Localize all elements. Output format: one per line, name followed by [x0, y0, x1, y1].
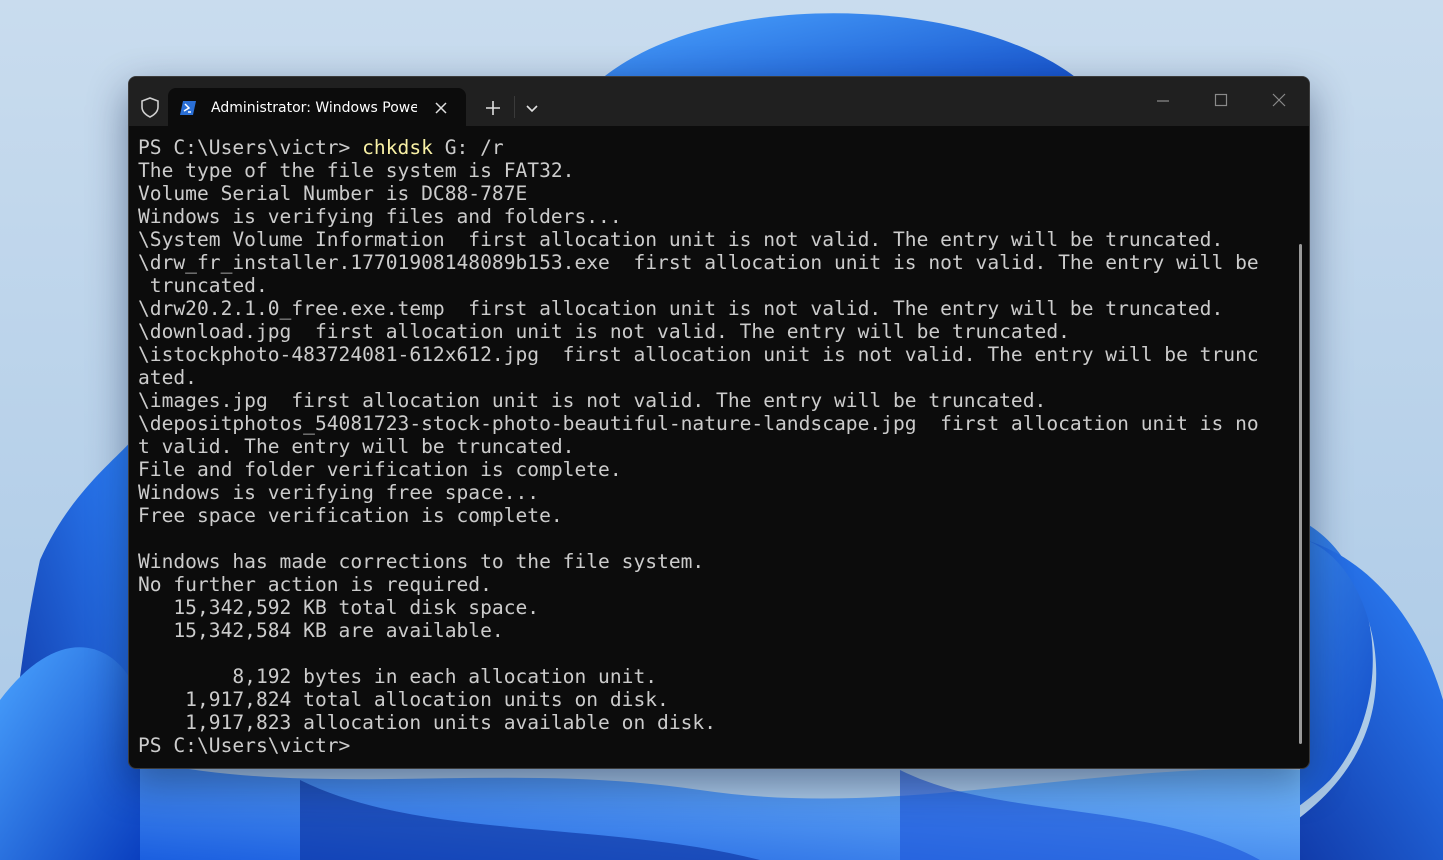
- prompt-line: PS C:\Users\victr> chkdsk G: /r: [138, 136, 1288, 159]
- output-line: 8,192 bytes in each allocation unit.: [138, 665, 658, 688]
- command-text: chkdsk: [362, 136, 433, 159]
- prompt-text: PS C:\Users\victr>: [138, 136, 363, 159]
- output-line: \istockphoto-483724081-612x612.jpg first…: [138, 343, 1259, 366]
- title-bar[interactable]: Administrator: Windows PowerShell: [129, 77, 1309, 126]
- output-line: 15,342,584 KB are available.: [138, 619, 504, 642]
- output-line: File and folder verification is complete…: [138, 458, 622, 481]
- maximize-button[interactable]: [1192, 77, 1250, 123]
- shield-icon: [141, 97, 159, 118]
- chevron-down-icon[interactable]: [518, 94, 546, 122]
- output-line: \images.jpg first allocation unit is not…: [138, 389, 1047, 412]
- tab-close-icon[interactable]: [430, 97, 452, 119]
- output-line: Windows is verifying free space...: [138, 481, 540, 504]
- output-line: \drw_fr_installer.17701908148089b153.exe…: [138, 251, 1259, 274]
- output-lines: The type of the file system is FAT32. Vol…: [138, 159, 1288, 734]
- output-line: t valid. The entry will be truncated.: [138, 435, 575, 458]
- output-line: Volume Serial Number is DC88-787E: [138, 182, 528, 205]
- output-line: 1,917,823 allocation units available on …: [138, 711, 717, 734]
- scrollbar[interactable]: [1299, 244, 1302, 744]
- tab-powershell[interactable]: Administrator: Windows PowerShell: [168, 88, 466, 126]
- output-line: ated.: [138, 366, 197, 389]
- output-line: Windows has made corrections to the file…: [138, 550, 705, 573]
- terminal-window: Administrator: Windows PowerShell: [128, 76, 1310, 769]
- tab-title: Administrator: Windows PowerShell: [211, 100, 417, 116]
- close-button[interactable]: [1250, 77, 1308, 123]
- output-line: \drw20.2.1.0_free.exe.temp first allocat…: [138, 297, 1224, 320]
- terminal-output[interactable]: PS C:\Users\victr> chkdsk G: /r The type…: [138, 136, 1288, 761]
- prompt-line-current[interactable]: PS C:\Users\victr>: [138, 734, 1288, 757]
- command-args: G: /r: [432, 136, 504, 159]
- minimize-icon: [1157, 100, 1169, 102]
- output-line: 15,342,592 KB total disk space.: [138, 596, 540, 619]
- minimize-button[interactable]: [1134, 77, 1192, 123]
- output-line: \depositphotos_54081723-stock-photo-beau…: [138, 412, 1259, 435]
- powershell-icon: [180, 101, 196, 115]
- output-line: \System Volume Information first allocat…: [138, 228, 1224, 251]
- output-line: Windows is verifying files and folders..…: [138, 205, 622, 228]
- output-line: Free space verification is complete.: [138, 504, 563, 527]
- plus-icon[interactable]: [479, 94, 507, 122]
- tab-divider: [514, 96, 515, 118]
- output-line: No further action is required.: [138, 573, 492, 596]
- maximize-icon: [1214, 93, 1228, 107]
- close-icon: [1272, 93, 1286, 107]
- output-line: \download.jpg first allocation unit is n…: [138, 320, 1070, 343]
- output-line: The type of the file system is FAT32.: [138, 159, 575, 182]
- output-line: truncated.: [138, 274, 268, 297]
- output-line: 1,917,824 total allocation units on disk…: [138, 688, 669, 711]
